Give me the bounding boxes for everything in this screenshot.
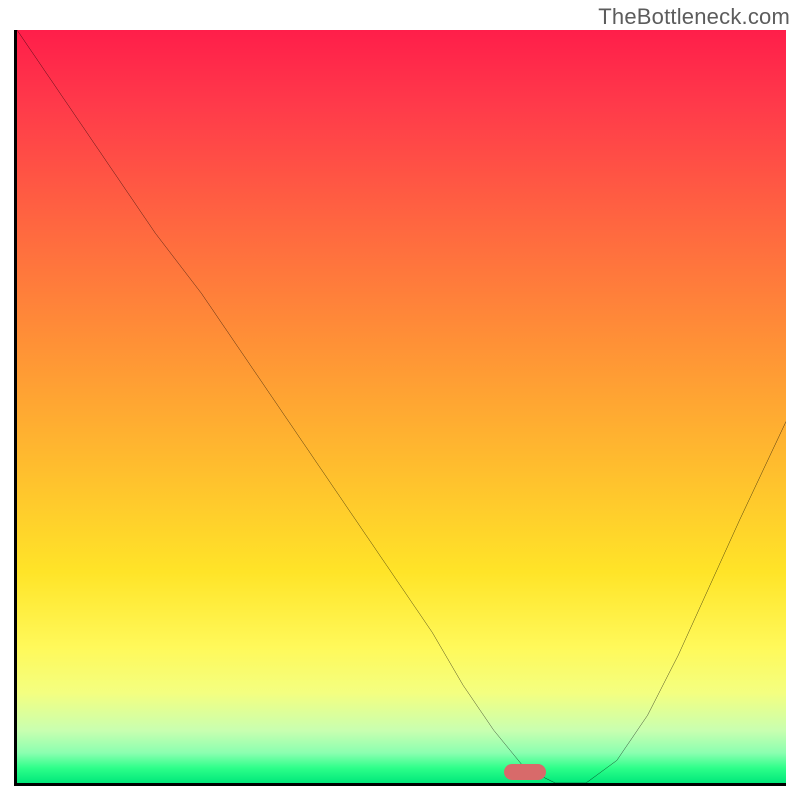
bottleneck-curve-svg bbox=[17, 30, 786, 783]
bottleneck-curve-path bbox=[17, 30, 786, 783]
attribution-watermark: TheBottleneck.com bbox=[598, 4, 790, 30]
plot-area bbox=[14, 30, 786, 786]
optimal-point-marker bbox=[504, 764, 546, 780]
chart-container: TheBottleneck.com bbox=[0, 0, 800, 800]
